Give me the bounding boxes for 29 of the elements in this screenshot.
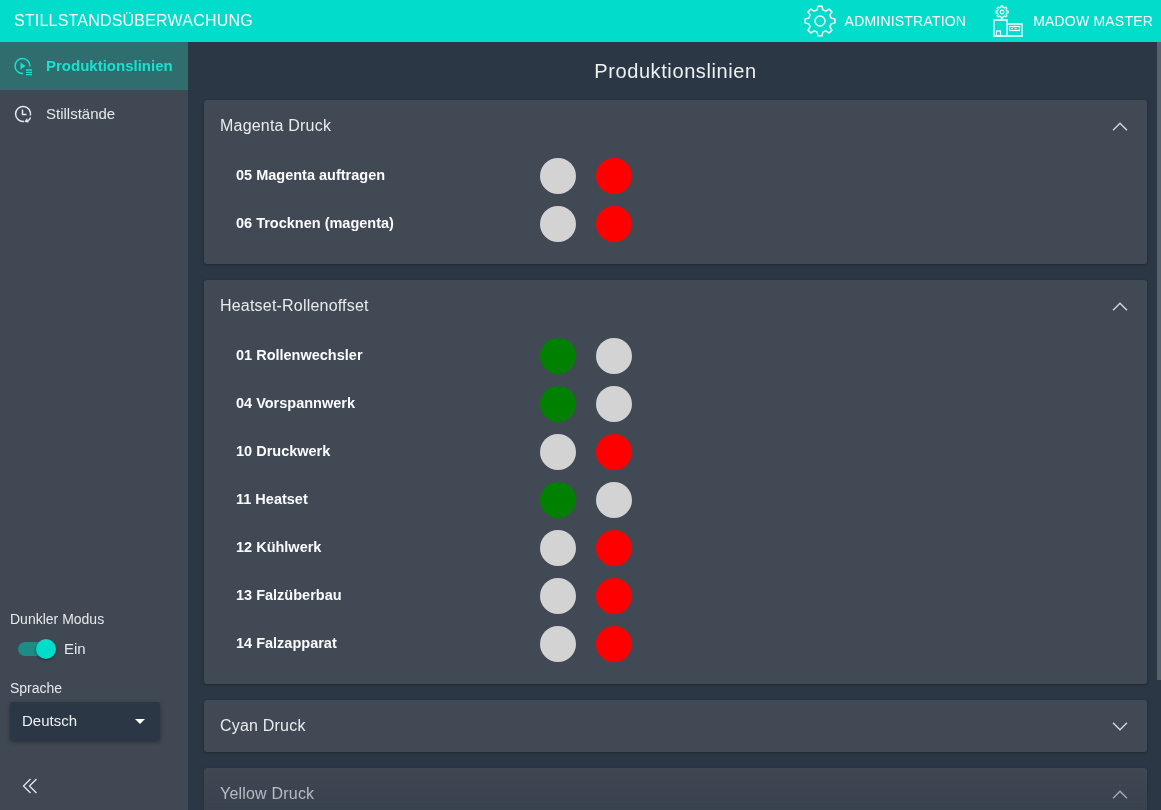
panel-header[interactable]: Magenta Druck bbox=[204, 100, 1147, 152]
panel-header[interactable]: Yellow Druck bbox=[204, 768, 1147, 810]
setting-label: Dunkler Modus bbox=[10, 609, 106, 629]
station-name: 10 Druckwerk bbox=[236, 442, 332, 462]
sidebar-item[interactable]: Stillstände bbox=[0, 90, 188, 138]
setting-label: Sprache bbox=[10, 679, 64, 698]
station-name: 14 Falzapparat bbox=[236, 634, 338, 654]
language-select[interactable]: Deutsch bbox=[10, 702, 160, 740]
play-circle-icon bbox=[13, 56, 33, 76]
app-title: STILLSTANDSÜBERWACHUNG bbox=[14, 11, 253, 31]
station-name: 01 Rollenwechsler bbox=[236, 346, 364, 366]
station-name: 06 Trocknen (magenta) bbox=[236, 214, 395, 234]
panel-header[interactable]: Heatset-Rollenoffset bbox=[204, 280, 1147, 332]
building-gear-icon bbox=[992, 5, 1025, 37]
station-name: 04 Vorspannwerk bbox=[236, 394, 356, 414]
clock-icon bbox=[13, 104, 33, 124]
scrollbar-thumb[interactable] bbox=[1157, 42, 1161, 680]
gear-icon bbox=[803, 5, 836, 37]
double-chevron-left-icon[interactable] bbox=[22, 778, 38, 794]
panel-header[interactable]: Cyan Druck bbox=[204, 700, 1147, 752]
toggle-state-label: Ein bbox=[64, 638, 86, 659]
page-title: Produktionslinien bbox=[593, 59, 758, 84]
station-name: 13 Falzüberbau bbox=[236, 586, 343, 606]
station-name: 12 Kühlwerk bbox=[236, 538, 323, 558]
station-name: 05 Magenta auftragen bbox=[236, 166, 387, 186]
station-name: 11 Heatset bbox=[236, 490, 309, 510]
toggle-switch[interactable] bbox=[18, 638, 56, 659]
sidebar-item[interactable]: Produktionslinien bbox=[0, 42, 188, 90]
caret-down-icon bbox=[135, 718, 145, 724]
